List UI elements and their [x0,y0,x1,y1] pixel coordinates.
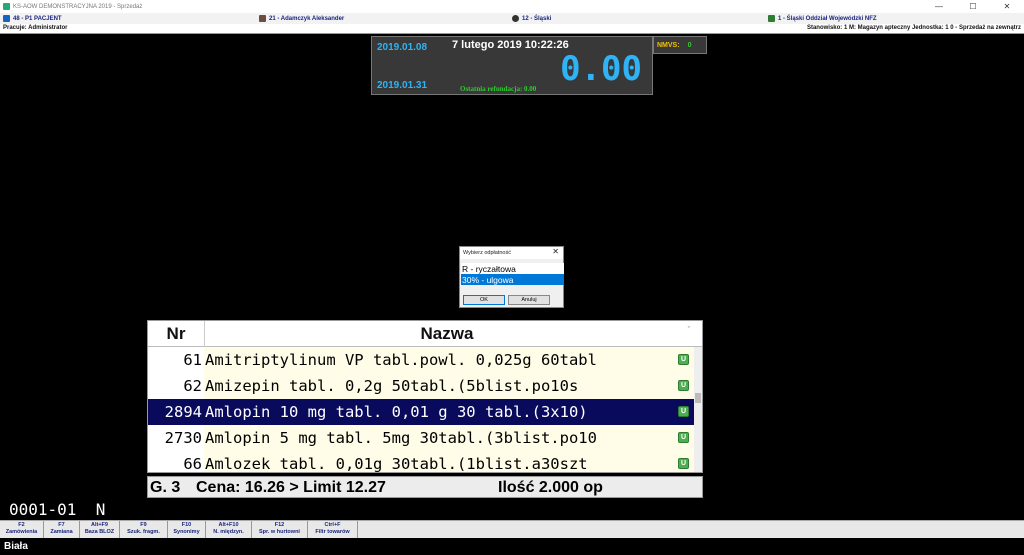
fkey-key: Alt+F9 [91,522,108,528]
fkey-label: N. międzyn. [213,529,244,535]
date-to: 2019.01.31 [377,80,428,91]
doctor-cell[interactable]: 21 - Adamczyk Aleksander [259,15,344,22]
region-cell[interactable]: 12 - Śląski [512,15,551,22]
fkey-filtr-towarow[interactable]: Ctrl+F Filtr towarów [308,521,358,539]
quantity-label: Ilość 2.000 op [498,479,603,496]
fkey-key: F12 [274,522,285,528]
row-name: Amlopin 10 mg tabl. 0,01 g 30 tabl.(3x10… [205,403,588,421]
patient-label: 48 - P1 PACJENT [13,15,62,22]
fkey-label: Spr. w hurtowni [259,529,300,535]
table-row[interactable]: 66 Amlozek tabl. 0,01g 30tabl.(1blist.a3… [148,451,694,473]
region-icon [512,15,519,22]
price-limit-label: Cena: 16.26 > Limit 12.27 [196,479,386,496]
context-infobar: 48 - P1 PACJENT 21 - Adamczyk Aleksander… [0,13,1024,24]
refund-flag-icon: U [678,354,689,365]
minimize-button[interactable]: — [922,0,956,13]
date-from: 2019.01.08 [377,42,428,53]
fkey-baza-bloz[interactable]: Alt+F9 Baza BLOZ [80,521,120,539]
table-row[interactable]: 62 Amizepin tabl. 0,2g 50tabl.(5blist.po… [148,373,694,399]
table-row[interactable]: 2730 Amlopin 5 mg tabl. 5mg 30tabl.(3bli… [148,425,694,451]
payment-option-ulgowa[interactable]: 30% - ulgowa [461,274,564,285]
user-label: Pracuje: Administrator [3,25,68,31]
nfz-cell[interactable]: 1 - Śląski Oddział Wojewódzki NFZ [768,15,877,22]
row-name: Amizepin tabl. 0,2g 50tabl.(5blist.po10s [205,377,579,395]
fkey-n-miedzyn[interactable]: Alt+F10 N. międzyn. [206,521,252,539]
fkey-zamowienia[interactable]: F2 Zamówienia [0,521,44,539]
payment-type-dialog: Wybierz odpłatność ✕ R - ryczałtowa 30% … [459,246,564,308]
row-nr: 62 [148,373,204,399]
refund-flag-icon: U [678,380,689,391]
nmvs-indicator: NMVS: 0 [653,36,707,54]
app-icon [3,3,10,10]
last-refund: Ostatnia refundacja: 0.00 [460,85,537,93]
dialog-close-icon[interactable]: ✕ [552,247,559,256]
region-label: 12 - Śląski [522,15,552,22]
fkey-spr-w-hurtowni[interactable]: F12 Spr. w hurtowni [252,521,308,539]
nmvs-label: NMVS: [657,41,680,49]
refund-flag-icon: U [678,406,689,417]
fkey-label: Zamiana [50,529,73,535]
column-header-nr[interactable]: Nr [148,321,205,347]
fkey-label: Filtr towarów [315,529,350,535]
fkey-szuk-fragm[interactable]: F9 Szuk. fragm. [120,521,168,539]
clock-panel: 2019.01.08 7 lutego 2019 10:22:26 0.00 2… [371,36,653,95]
fkey-label: Synonimy [173,529,200,535]
fkey-zamiana[interactable]: F7 Zamiana [44,521,80,539]
fkey-key: F2 [18,522,25,528]
sort-indicator-icon: ˇ [687,327,690,334]
window-title: KS-AOW DEMONSTRACYJNA 2019 - Sprzedaż [13,3,143,10]
table-row-selected[interactable]: 2894 Amlopin 10 mg tabl. 0,01 g 30 tabl.… [148,399,694,425]
group-label: G. 3 [150,479,181,496]
fkey-key: Ctrl+F [324,522,341,528]
nfz-label: 1 - Śląski Oddział Wojewódzki NFZ [778,15,877,22]
table-row[interactable]: 61 Amitriptylinum VP tabl.powl. 0,025g 6… [148,347,694,373]
nmvs-value: 0 [687,41,692,49]
bottom-status-label: Biała [0,538,1024,555]
payment-option-ryczaltowa[interactable]: R - ryczałtowa [461,263,564,274]
window-controls: — ☐ ✕ [922,0,1024,13]
station-label: Stanowisko: 1 M: Magazyn apteczny Jednos… [806,25,1021,31]
fkey-label: Zamówienia [5,529,38,535]
price-info-line: G. 3 Cena: 16.26 > Limit 12.27 Ilość 2.0… [147,476,703,498]
total-amount: 0.00 [560,49,642,89]
fkey-key: F10 [181,522,192,528]
row-name: Amitriptylinum VP tabl.powl. 0,025g 60ta… [205,351,597,369]
close-window-button[interactable]: ✕ [990,0,1024,13]
fkey-label: Baza BLOZ [84,529,115,535]
dialog-titlebar: Wybierz odpłatność ✕ [460,247,563,259]
fkey-key: F7 [58,522,65,528]
grid-scrollbar[interactable] [694,347,702,472]
cancel-button[interactable]: Anuluj [508,295,550,305]
fkey-synonimy[interactable]: F10 Synonimy [168,521,206,539]
product-grid: Nr Nazwa ˇ 61 Amitriptylinum VP tabl.pow… [147,320,703,473]
maximize-button[interactable]: ☐ [956,0,990,13]
current-datetime: 7 lutego 2019 10:22:26 [452,39,569,51]
fkey-key: Alt+F10 [218,522,239,528]
function-key-bar: F2 Zamówienia F7 Zamiana Alt+F9 Baza BLO… [0,520,1024,539]
grid-header: Nr Nazwa ˇ [148,321,702,347]
column-header-nazwa[interactable]: Nazwa [205,321,689,347]
doctor-label: 21 - Adamczyk Aleksander [269,15,345,22]
doctor-icon [259,15,266,22]
dialog-title: Wybierz odpłatność [463,250,511,256]
row-nr: 2894 [148,399,204,425]
patient-icon [3,15,10,22]
refund-flag-icon: U [678,458,689,469]
row-name: Amlopin 5 mg tabl. 5mg 30tabl.(3blist.po… [205,429,597,447]
row-nr: 66 [148,451,204,472]
ok-button[interactable]: OK [463,295,505,305]
scrollbar-thumb[interactable] [695,393,701,403]
row-nr: 2730 [148,425,204,451]
row-nr: 61 [148,347,204,373]
document-code: 0001-01 N [9,500,106,519]
fkey-key: F9 [140,522,147,528]
nfz-icon [768,15,775,22]
patient-cell[interactable]: 48 - P1 PACJENT [3,15,62,22]
session-statusbar: Pracuje: Administrator Stanowisko: 1 M: … [0,24,1024,34]
window-titlebar: KS-AOW DEMONSTRACYJNA 2019 - Sprzedaż — … [0,0,1024,13]
fkey-label: Szuk. fragm. [127,529,160,535]
row-name: Amlozek tabl. 0,01g 30tabl.(1blist.a30sz… [205,455,588,473]
refund-flag-icon: U [678,432,689,443]
